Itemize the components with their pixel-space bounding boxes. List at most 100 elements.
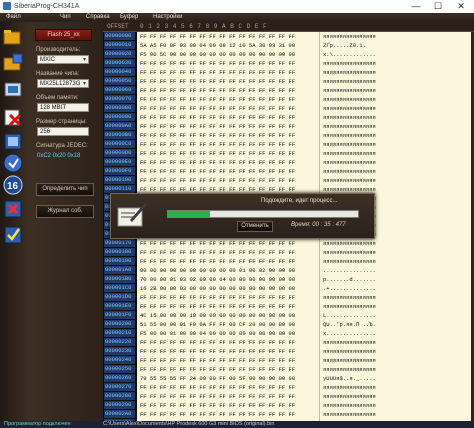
ascii-row[interactable]: яяяяяяяяяяяяяяяя bbox=[320, 401, 472, 410]
x-icon[interactable] bbox=[2, 198, 24, 220]
ascii-row[interactable]: яяяяяяяяяяяяяяяя bbox=[320, 410, 472, 419]
menu-settings[interactable]: Настройки bbox=[153, 13, 182, 22]
hex-row[interactable]: 70 00 00 01 03 02 00 00 64 00 00 00 00 0… bbox=[137, 275, 319, 284]
hex-row[interactable]: FF FF FF FF FF FF FF FF FF FF FF FF FF F… bbox=[137, 356, 319, 365]
blank-check-icon[interactable] bbox=[2, 130, 24, 152]
manufacturer-select[interactable]: MXIC bbox=[37, 55, 89, 65]
menu-file[interactable]: Файл bbox=[6, 13, 21, 22]
ascii-row[interactable]: яяяяяяяяяяяяяяяя bbox=[320, 392, 472, 401]
ascii-row[interactable]: яяяяяяяяяяяяяяяя bbox=[320, 383, 472, 392]
hex-row[interactable]: FF FF FF FF FF FF FF FF FF FF FF FF FF F… bbox=[137, 68, 319, 77]
ascii-row[interactable]: яяяяяяяяяяяяяяяя bbox=[320, 113, 472, 122]
ascii-row[interactable]: .+.............. bbox=[320, 284, 472, 293]
hex-row[interactable]: FF FF FF FF FF FF FF FF FF FF FF FF FF F… bbox=[137, 392, 319, 401]
hex-row[interactable]: FF FF FF FF FF FF FF FF FF FF FF FF FF F… bbox=[137, 86, 319, 95]
ascii-row[interactable]: яяяяяяяяяяяяяяяя bbox=[320, 356, 472, 365]
ascii-row[interactable]: QU..'р.яя.П ..Ђ. bbox=[320, 320, 472, 329]
ascii-row[interactable]: яяяяяяяяяяяяяяяя bbox=[320, 122, 472, 131]
memory-size-field[interactable]: 128 MBIT bbox=[37, 103, 89, 112]
ascii-row[interactable]: яяяяяяяяяяяяяяяя bbox=[320, 293, 472, 302]
hex-row[interactable]: FF FF FF FF FF FF FF FF FF FF FF FF FF F… bbox=[137, 257, 319, 266]
save-file-icon[interactable] bbox=[2, 52, 24, 74]
hex-row[interactable]: 5A A5 F0 0F 03 00 04 00 08 12 10 5A 30 0… bbox=[137, 41, 319, 50]
hex-row[interactable]: FF FF FF FF FF FF FF FF FF FF FF FF FF F… bbox=[137, 77, 319, 86]
read-chip-icon[interactable] bbox=[2, 78, 24, 100]
hex-row[interactable]: FF FF FF FF FF FF FF FF FF FF FF FF FF F… bbox=[137, 365, 319, 374]
hex-row[interactable]: FF FF FF FF FF FF FF FF FF FF FF FF FF F… bbox=[137, 338, 319, 347]
open-file-icon[interactable] bbox=[2, 26, 24, 48]
menu-help[interactable]: Справка bbox=[86, 13, 110, 22]
hex-row[interactable]: FF FF FF FF FF FF FF FF FF FF FF FF FF F… bbox=[137, 104, 319, 113]
hex-row[interactable]: 79 55 55 55 FF 24 00 00 FF 00 5F 00 00 0… bbox=[137, 374, 319, 383]
offset-cell: 000000D0 bbox=[104, 149, 135, 157]
hex-row[interactable]: F5 00 00 01 00 00 04 00 00 00 00 00 00 0… bbox=[137, 329, 319, 338]
hex-row[interactable]: FF FF FF FF FF FF FF FF FF FF FF FF FF F… bbox=[137, 176, 319, 185]
ascii-row[interactable]: yUUUя$..я._..... bbox=[320, 374, 472, 383]
hex-row[interactable]: FF FF FF FF FF FF FF FF FF FF FF FF FF F… bbox=[137, 167, 319, 176]
ascii-row[interactable]: яяяяяяяяяяяяяяяя bbox=[320, 86, 472, 95]
hex-row[interactable]: 00 00 00 00 00 00 00 00 00 00 01 00 02 0… bbox=[137, 266, 319, 275]
hex-row[interactable]: FF FF FF FF FF FF FF FF FF FF FF FF FF F… bbox=[137, 32, 319, 41]
page-size-field[interactable]: 256 bbox=[37, 127, 89, 136]
hex-row[interactable]: FF FF FF FF FF FF FF FF FF FF FF FF FF F… bbox=[137, 95, 319, 104]
detect-chip-button[interactable]: Определить чип bbox=[36, 183, 94, 196]
hex-row[interactable]: 16 2B 00 00 03 00 00 00 00 00 00 00 00 0… bbox=[137, 284, 319, 293]
ascii-row[interactable]: L............... bbox=[320, 311, 472, 320]
hex-row[interactable]: FF FF FF FF FF FF FF FF FF FF FF FF FF F… bbox=[137, 149, 319, 158]
ascii-row[interactable]: p.......d....... bbox=[320, 275, 472, 284]
ascii-row[interactable]: яяяяяяяяяяяяяяяя bbox=[320, 95, 472, 104]
cancel-button[interactable]: Отменить bbox=[237, 221, 273, 232]
hex-row[interactable]: FF FF FF FF FF FF FF FF FF FF FF FF FF F… bbox=[137, 113, 319, 122]
hex-row[interactable]: FF FF FF FF FF FF FF FF FF FF FF FF FF F… bbox=[137, 401, 319, 410]
menu-buffer[interactable]: Буфер bbox=[120, 13, 138, 22]
hex-row[interactable]: FF FF FF FF FF FF FF FF FF FF FF FF FF F… bbox=[137, 140, 319, 149]
close-button[interactable]: ✕ bbox=[451, 0, 471, 13]
ascii-row[interactable]: яяяяяяяяяяяяяяяя bbox=[320, 104, 472, 113]
ascii-row[interactable]: х............... bbox=[320, 329, 472, 338]
hex-row[interactable]: FF FF FF FF FF FF FF FF FF FF FF FF FF F… bbox=[137, 158, 319, 167]
flash-type-button[interactable]: Flash 25_xx bbox=[35, 29, 92, 41]
ascii-row[interactable]: яяяяяяяяяяяяяяяя bbox=[320, 149, 472, 158]
ascii-row[interactable]: яяяяяяяяяяяяяяяя bbox=[320, 167, 472, 176]
ascii-row[interactable]: яяяяяяяяяяяяяяяя bbox=[320, 365, 472, 374]
hex-row[interactable]: FF FF FF FF FF FF FF FF FF FF FF FF FF F… bbox=[137, 347, 319, 356]
hex-row[interactable]: FF FF FF FF FF FF FF FF FF FF FF FF FF F… bbox=[137, 293, 319, 302]
ascii-row[interactable]: яяяяяяяяяяяяяяяя bbox=[320, 257, 472, 266]
ascii-row[interactable]: яяяяяяяяяяяяяяяя bbox=[320, 77, 472, 86]
hex-row[interactable]: F5 00 5C 00 00 00 00 00 00 00 00 00 00 0… bbox=[137, 50, 319, 59]
ascii-row[interactable]: яяяяяяяяяяяяяяяя bbox=[320, 176, 472, 185]
ascii-row[interactable]: яяяяяяяяяяяяяяяя bbox=[320, 32, 472, 41]
menu-chip[interactable]: Чип bbox=[60, 13, 71, 22]
hex-row[interactable]: 51 55 00 00 91 F0 0A FF FF 00 CF 20 00 0… bbox=[137, 320, 319, 329]
hex-16-icon[interactable]: 16 bbox=[2, 174, 24, 196]
ascii-row[interactable]: яяяяяяяяяяяяяяяя bbox=[320, 239, 472, 248]
ascii-row[interactable]: х.\............. bbox=[320, 50, 472, 59]
chip-name-select[interactable]: MX25L12873G bbox=[37, 79, 89, 89]
event-log-button[interactable]: Журнал соб. bbox=[36, 205, 94, 218]
hex-row[interactable]: FF FF FF FF FF FF FF FF FF FF FF FF FF F… bbox=[137, 59, 319, 68]
erase-chip-icon[interactable] bbox=[2, 106, 24, 128]
hex-row[interactable]: FF FF FF FF FF FF FF FF FF FF FF FF FF F… bbox=[137, 383, 319, 392]
ascii-row[interactable]: яяяяяяяяяяяяяяяя bbox=[320, 347, 472, 356]
hex-row[interactable]: FF FF FF FF FF FF FF FF FF FF FF FF FF F… bbox=[137, 302, 319, 311]
ascii-row[interactable]: яяяяяяяяяяяяяяяя bbox=[320, 68, 472, 77]
ascii-row[interactable]: яяяяяяяяяяяяяяяя bbox=[320, 248, 472, 257]
maximize-button[interactable]: ☐ bbox=[428, 0, 448, 13]
minimize-button[interactable]: — bbox=[406, 0, 426, 13]
hex-row[interactable]: FF FF FF FF FF FF FF FF FF FF FF FF FF F… bbox=[137, 248, 319, 257]
ascii-row[interactable]: яяяяяяяяяяяяяяяя bbox=[320, 302, 472, 311]
hex-row[interactable]: FF FF FF FF FF FF FF FF FF FF FF FF FF F… bbox=[137, 410, 319, 419]
ascii-row[interactable]: ................ bbox=[320, 266, 472, 275]
hex-row[interactable]: FF FF FF FF FF FF FF FF FF FF FF FF FF F… bbox=[137, 131, 319, 140]
hex-row[interactable]: 4C 15 00 00 00 10 00 00 00 00 00 00 00 0… bbox=[137, 311, 319, 320]
ascii-row[interactable]: яяяяяяяяяяяяяяяя bbox=[320, 131, 472, 140]
ascii-row[interactable]: яяяяяяяяяяяяяяяя bbox=[320, 338, 472, 347]
hex-row[interactable]: FF FF FF FF FF FF FF FF FF FF FF FF FF F… bbox=[137, 122, 319, 131]
ascii-row[interactable]: яяяяяяяяяяяяяяяя bbox=[320, 59, 472, 68]
ascii-row[interactable]: яяяяяяяяяяяяяяяя bbox=[320, 140, 472, 149]
hex-row[interactable]: FF FF FF FF FF FF FF FF FF FF FF FF FF F… bbox=[137, 239, 319, 248]
check-icon[interactable] bbox=[2, 224, 24, 246]
ascii-row[interactable]: яяяяяяяяяяяяяяяя bbox=[320, 158, 472, 167]
ascii-row[interactable]: ZҐр.....Z0.1. bbox=[320, 41, 472, 50]
write-chip-icon[interactable] bbox=[2, 152, 24, 174]
